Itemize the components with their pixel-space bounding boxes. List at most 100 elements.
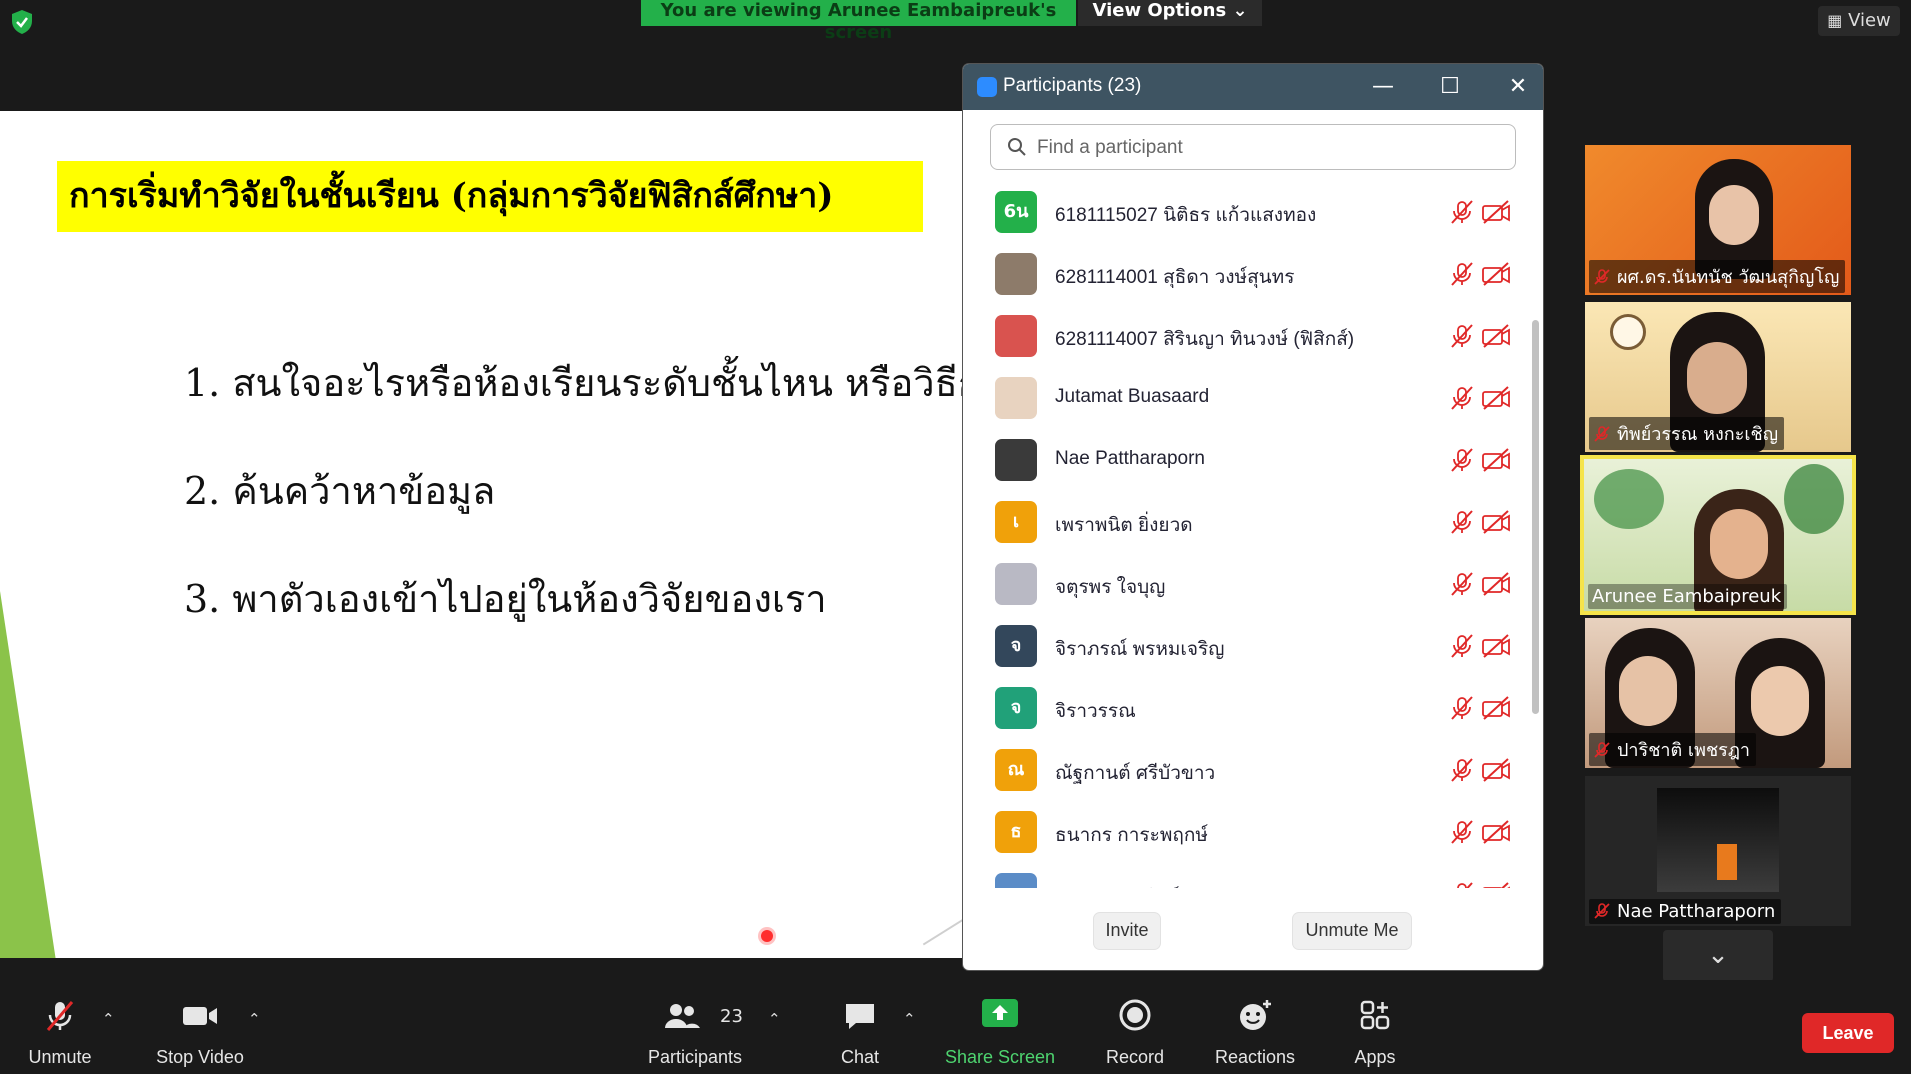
participant-search[interactable] xyxy=(990,124,1516,170)
participant-name: จตุรพร ใจบุญ xyxy=(1055,577,1166,598)
slide-line-3: 3. พาตัวเองเข้าไปอยู่ในห้องวิจัยของเรา xyxy=(184,577,827,621)
view-button[interactable]: ▦ View xyxy=(1818,6,1900,36)
video-camera-icon xyxy=(183,1007,217,1025)
security-shield-icon[interactable] xyxy=(8,8,36,36)
avatar: ณ xyxy=(995,749,1037,791)
tile-name: ผศ.ดร.นันทนัช วัฒนสุกิญโญ xyxy=(1589,260,1846,293)
participant-row[interactable]: นรวรรณ มหิงษ์ทอง xyxy=(963,864,1528,888)
apps-icon xyxy=(1360,1000,1390,1030)
participant-row[interactable]: ณ ณัฐกานต์ ศรีบัวขาว xyxy=(963,740,1528,802)
avatar xyxy=(995,563,1037,605)
video-off-icon xyxy=(1481,633,1511,659)
scrollbar[interactable] xyxy=(1528,174,1543,888)
video-off-icon xyxy=(1481,385,1511,411)
participant-name: 6281114001 สุธิดา วงษ์สุนทร xyxy=(1055,267,1295,288)
muted-mic-icon xyxy=(1594,742,1610,758)
chat-icon xyxy=(846,1004,874,1029)
participant-name: เพราพนิต ยิ่งยวด xyxy=(1055,515,1193,536)
participants-count: 23 xyxy=(720,1006,743,1027)
minimize-icon[interactable]: — xyxy=(1368,72,1398,102)
unmute-button[interactable]: Unmute xyxy=(10,980,110,1074)
share-screen-button[interactable]: Share Screen xyxy=(940,980,1060,1074)
share-screen-icon xyxy=(982,999,1018,1027)
slide-line-2: 2. ค้นคว้าหาข้อมูล xyxy=(184,469,496,513)
invite-button[interactable]: Invite xyxy=(1093,912,1161,950)
participant-name: 6181115027 นิติธร แก้วแสงทอง xyxy=(1055,205,1317,226)
scroll-thumb[interactable] xyxy=(1532,320,1539,714)
avatar: จ xyxy=(995,625,1037,667)
grid-icon: ▦ xyxy=(1827,11,1843,30)
avatar: เ xyxy=(995,501,1037,543)
participant-row[interactable]: เ เพราพนิต ยิ่งยวด xyxy=(963,492,1528,554)
avatar xyxy=(995,439,1037,481)
video-options-caret-icon[interactable]: ⌃ xyxy=(248,1010,261,1028)
gallery-scroll-down-icon[interactable]: ⌄ xyxy=(1663,930,1773,982)
participant-row[interactable]: 6281114007 สิรินญา ทินวงษ์ (ฟิสิกส์) xyxy=(963,306,1528,368)
zoom-logo-icon xyxy=(977,77,997,97)
video-off-icon xyxy=(1481,757,1511,783)
shared-screen-slide: การเริ่มทำวิจัยในชั้นเรียน (กลุ่มการวิจั… xyxy=(0,111,962,958)
muted-mic-icon xyxy=(1449,757,1475,783)
participant-row[interactable]: จตุรพร ใจบุญ xyxy=(963,554,1528,616)
muted-mic-icon xyxy=(1449,199,1475,225)
close-icon[interactable]: ✕ xyxy=(1503,72,1533,102)
search-input[interactable] xyxy=(1035,131,1499,165)
avatar: จ xyxy=(995,687,1037,729)
participants-icon xyxy=(664,1004,700,1028)
video-tile[interactable]: ทิพย์วรรณ หงกะเชิญ xyxy=(1585,302,1851,452)
maximize-icon[interactable]: ☐ xyxy=(1435,72,1465,102)
participant-name: ณัฐกานต์ ศรีบัวขาว xyxy=(1055,763,1216,784)
muted-mic-icon xyxy=(1449,323,1475,349)
reactions-button[interactable]: Reactions xyxy=(1200,980,1310,1074)
participant-row[interactable]: ธ ธนากร การะพฤกษ์ xyxy=(963,802,1528,864)
video-off-icon xyxy=(1481,819,1511,845)
avatar: 6น xyxy=(995,191,1037,233)
video-tile[interactable]: Nae Pattharaporn xyxy=(1585,776,1851,926)
muted-mic-icon xyxy=(1594,903,1610,919)
participant-row[interactable]: 6น 6181115027 นิติธร แก้วแสงทอง xyxy=(963,182,1528,244)
panel-title: Participants (23) xyxy=(1003,75,1142,96)
search-icon xyxy=(1008,138,1026,156)
participant-name: ธนากร การะพฤกษ์ xyxy=(1055,825,1208,846)
participant-row[interactable]: Nae Pattharaporn xyxy=(963,430,1528,492)
participant-row[interactable]: 6281114001 สุธิดา วงษ์สุนทร xyxy=(963,244,1528,306)
participant-name: 6281114007 สิรินญา ทินวงษ์ (ฟิสิกส์) xyxy=(1055,329,1355,350)
participant-name: จิราภรณ์ พรหมเจริญ xyxy=(1055,639,1225,660)
reactions-smiley-icon xyxy=(1240,1000,1271,1030)
panel-titlebar[interactable]: Participants (23) — ☐ ✕ xyxy=(963,64,1543,110)
avatar: ธ xyxy=(995,811,1037,853)
tile-name: Nae Pattharaporn xyxy=(1589,899,1782,924)
participant-name: จิราวรรณ xyxy=(1055,701,1136,722)
leave-button[interactable]: Leave xyxy=(1802,1013,1894,1053)
muted-mic-icon xyxy=(1449,881,1475,888)
audio-options-caret-icon[interactable]: ⌃ xyxy=(102,1010,115,1028)
muted-mic-icon xyxy=(46,1001,74,1031)
participants-button[interactable]: 23 Participants xyxy=(640,980,750,1074)
avatar xyxy=(995,315,1037,357)
participant-row[interactable]: จ จิราภรณ์ พรหมเจริญ xyxy=(963,616,1528,678)
profile-photo xyxy=(1657,788,1779,892)
participants-options-caret-icon[interactable]: ⌃ xyxy=(768,1010,781,1028)
participant-name: Nae Pattharaporn xyxy=(1055,448,1205,469)
view-label: View xyxy=(1848,10,1891,31)
apps-button[interactable]: Apps xyxy=(1325,980,1425,1074)
video-off-icon xyxy=(1481,261,1511,287)
video-off-icon xyxy=(1481,199,1511,225)
muted-mic-icon xyxy=(1449,571,1475,597)
video-tile[interactable]: ปาริชาติ เพชรฎา xyxy=(1585,618,1851,768)
laser-pointer xyxy=(761,930,773,942)
record-button[interactable]: Record xyxy=(1085,980,1185,1074)
chat-button[interactable]: Chat xyxy=(810,980,910,1074)
video-tile[interactable]: ผศ.ดร.นันทนัช วัฒนสุกิญโญ xyxy=(1585,145,1851,295)
unmute-me-button[interactable]: Unmute Me xyxy=(1292,912,1412,950)
slide-green-accent xyxy=(0,591,56,958)
view-options-button[interactable]: View Options ⌄ xyxy=(1078,0,1262,26)
participant-row[interactable]: Jutamat Buasaard xyxy=(963,368,1528,430)
chat-options-caret-icon[interactable]: ⌃ xyxy=(903,1010,916,1028)
record-icon xyxy=(1119,999,1151,1031)
stop-video-button[interactable]: Stop Video xyxy=(145,980,255,1074)
video-tile-active-speaker[interactable]: Arunee Eambaipreuk xyxy=(1580,455,1856,615)
slide-line-1: 1. สนใจอะไรหรือห้องเรียนระดับชั้นไหน หรื… xyxy=(184,361,962,405)
muted-mic-icon xyxy=(1449,633,1475,659)
participant-row[interactable]: จ จิราวรรณ xyxy=(963,678,1528,740)
